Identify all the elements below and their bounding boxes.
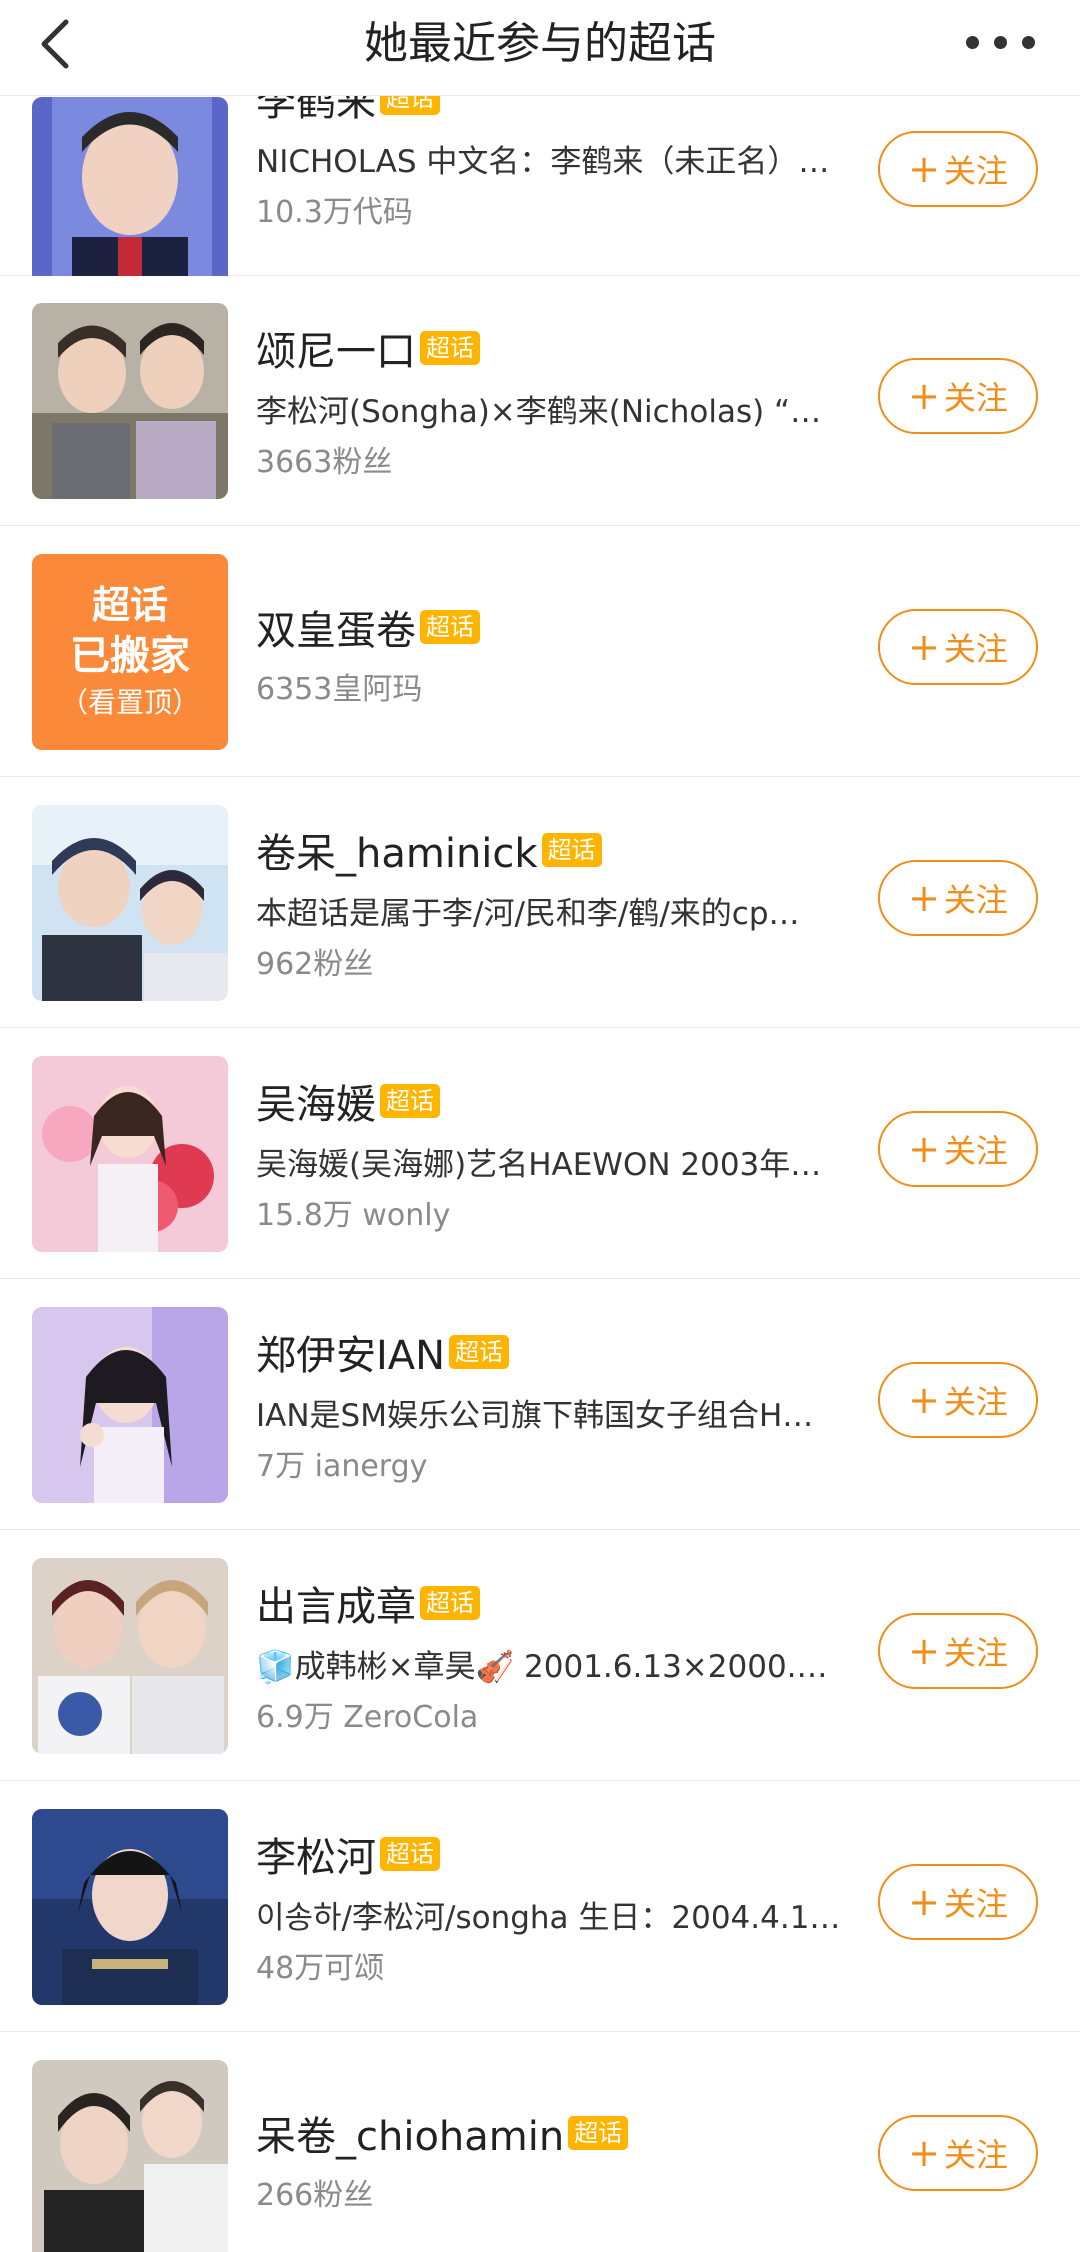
list-item[interactable]: 出言成章 超话 🧊成韩彬×章昊🎻 2001.6.13×2000.7.25 6.9…: [0, 1531, 1080, 1781]
thumb-line: （看置顶）: [59, 686, 200, 719]
plus-icon: +: [908, 876, 940, 920]
topic-description: 🧊成韩彬×章昊🎻 2001.6.13×2000.7.25: [256, 1649, 846, 1685]
super-topic-badge: 超话: [420, 610, 480, 644]
list-item[interactable]: 超话 已搬家 （看置顶） 双皇蛋卷 超话 6353皇阿玛 + 关注: [0, 527, 1080, 777]
plus-icon: +: [908, 147, 940, 191]
follow-button[interactable]: + 关注: [878, 2115, 1038, 2191]
nav-header: 她最近参与的超话: [0, 0, 1080, 96]
topic-avatar[interactable]: [32, 1307, 228, 1503]
follow-label: 关注: [943, 1885, 1008, 1923]
topic-name[interactable]: 颂尼一口: [256, 319, 416, 377]
topic-name-row: 出言成章 超话: [256, 1575, 480, 1631]
follow-label: 关注: [943, 2136, 1008, 2174]
topic-name[interactable]: 呆卷_chiohamin: [256, 2104, 564, 2162]
topic-name-row: 卷呆_haminick 超话: [256, 822, 602, 878]
topic-description: 吴海媛(吴海娜)艺名HAEWON 2003年…: [256, 1147, 822, 1183]
list-item[interactable]: 吴海媛 超话 吴海媛(吴海娜)艺名HAEWON 2003年… 15.8万 won…: [0, 1029, 1080, 1279]
topic-avatar[interactable]: [32, 1809, 228, 2005]
more-dots-icon: [1022, 36, 1035, 49]
topic-stats: 10.3万代码: [256, 195, 413, 230]
super-topic-badge: 超话: [380, 1084, 440, 1118]
topic-description: 李松河(Songha)×李鹤来(Nicholas) “我…: [256, 394, 846, 430]
follow-label: 关注: [943, 1132, 1008, 1170]
follow-button[interactable]: + 关注: [878, 131, 1038, 207]
super-topic-badge: 超话: [541, 833, 602, 867]
topic-name-row: 颂尼一口 超话: [256, 320, 480, 376]
follow-label: 关注: [943, 1634, 1008, 1672]
topic-avatar[interactable]: [32, 2060, 228, 2252]
page-title: 她最近参与的超话: [364, 18, 716, 69]
topic-stats: 6353皇阿玛: [256, 672, 423, 707]
more-dots-icon: [966, 36, 979, 49]
plus-icon: +: [908, 1880, 940, 1924]
follow-button[interactable]: + 关注: [878, 609, 1038, 685]
topic-stats: 3663粉丝: [256, 445, 393, 480]
topic-avatar[interactable]: [32, 97, 228, 293]
topic-avatar[interactable]: [32, 1558, 228, 1754]
super-topic-badge: 超话: [568, 2116, 629, 2150]
list-item[interactable]: 颂尼一口 超话 李松河(Songha)×李鹤来(Nicholas) “我… 36…: [0, 276, 1080, 526]
follow-button[interactable]: + 关注: [878, 1864, 1038, 1940]
list-item[interactable]: 李松河 超话 이송하/李松河/songha 生日：2004.4.1… 48万可颂…: [0, 1782, 1080, 2032]
plus-icon: +: [908, 625, 940, 669]
follow-button[interactable]: + 关注: [878, 1111, 1038, 1187]
topic-stats: 6.9万 ZeroCola: [256, 1700, 479, 1735]
plus-icon: +: [908, 374, 940, 418]
more-button[interactable]: [966, 22, 1036, 62]
list-item[interactable]: 呆卷_chiohamin 超话 266粉丝 + 关注: [0, 2033, 1080, 2252]
super-topic-badge: 超话: [449, 1335, 510, 1369]
topic-description: 本超话是属于李/河/民和李/鹤/来的cp…: [256, 896, 800, 932]
topic-name[interactable]: 吴海媛: [256, 1072, 376, 1130]
topic-name[interactable]: 郑伊安IAN: [256, 1323, 445, 1381]
plus-icon: +: [908, 2131, 940, 2175]
plus-icon: +: [908, 1378, 940, 1422]
topic-name-row: 双皇蛋卷 超话: [256, 599, 480, 655]
follow-button[interactable]: + 关注: [878, 860, 1038, 936]
follow-button[interactable]: + 关注: [878, 1613, 1038, 1689]
super-topic-badge: 超话: [420, 1586, 480, 1620]
topic-name-row: 郑伊安IAN 超话: [256, 1323, 510, 1381]
thumb-line: 超话: [91, 583, 168, 627]
list-item[interactable]: 郑伊安IAN 超话 IAN是SM娱乐公司旗下韩国女子组合H… 7万 ianerg…: [0, 1280, 1080, 1530]
topic-stats: 266粉丝: [256, 2178, 374, 2213]
follow-label: 关注: [943, 630, 1008, 668]
topic-name-row: 李松河 超话: [256, 1826, 440, 1882]
follow-label: 关注: [943, 379, 1008, 417]
topic-avatar[interactable]: [32, 303, 228, 499]
super-topic-list: 李鹤来 超话 NICHOLAS 中文名：李鹤来（未正名）… 10.3万代码 + …: [0, 0, 1080, 2252]
topic-stats: 48万可颂: [256, 1951, 385, 1986]
topic-description: NICHOLAS 中文名：李鹤来（未正名）…: [256, 144, 830, 180]
plus-icon: +: [908, 1127, 940, 1171]
topic-avatar[interactable]: [32, 1056, 228, 1252]
topic-name[interactable]: 李松河: [256, 1825, 376, 1883]
follow-button[interactable]: + 关注: [878, 1362, 1038, 1438]
topic-name-row: 吴海媛 超话: [256, 1073, 440, 1129]
thumb-line: 已搬家: [70, 633, 190, 679]
super-topic-badge: 超话: [380, 1837, 440, 1871]
topic-stats: 7万 ianergy: [256, 1449, 428, 1484]
follow-label: 关注: [943, 1383, 1008, 1421]
topic-stats: 15.8万 wonly: [256, 1198, 451, 1233]
topic-name[interactable]: 卷呆_haminick: [256, 821, 538, 879]
super-topic-badge: 超话: [420, 331, 480, 365]
topic-name[interactable]: 出言成章: [256, 1574, 416, 1632]
topic-avatar[interactable]: 超话 已搬家 （看置顶）: [32, 554, 228, 750]
topic-name[interactable]: 双皇蛋卷: [256, 598, 416, 656]
topic-description: 이송하/李松河/songha 生日：2004.4.1…: [256, 1900, 841, 1936]
topic-stats: 962粉丝: [256, 947, 374, 982]
topic-description: IAN是SM娱乐公司旗下韩国女子组合H…: [256, 1398, 814, 1434]
follow-label: 关注: [943, 152, 1008, 190]
more-dots-icon: [994, 36, 1007, 49]
plus-icon: +: [908, 1629, 940, 1673]
follow-label: 关注: [943, 881, 1008, 919]
topic-name-row: 呆卷_chiohamin 超话: [256, 2104, 629, 2162]
topic-avatar[interactable]: [32, 805, 228, 1001]
follow-button[interactable]: + 关注: [878, 358, 1038, 434]
list-item[interactable]: 卷呆_haminick 超话 本超话是属于李/河/民和李/鹤/来的cp… 962…: [0, 778, 1080, 1028]
